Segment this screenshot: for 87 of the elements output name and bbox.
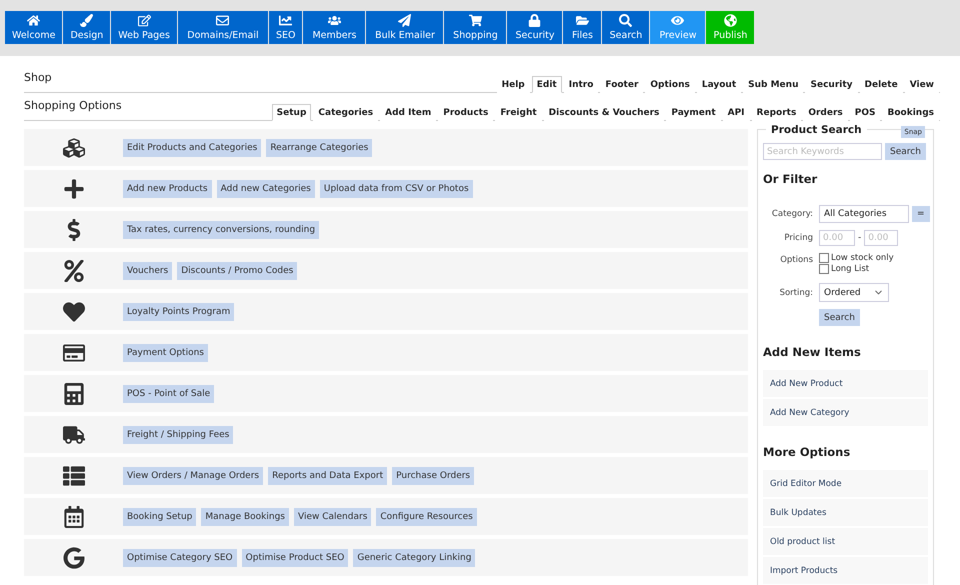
search-icon — [619, 14, 632, 27]
nav-button[interactable]: Domains/Email — [178, 11, 268, 44]
checkbox-option[interactable]: Long List — [819, 264, 928, 274]
link-button[interactable]: Loyalty Points Program — [123, 302, 234, 320]
link-button[interactable]: Optimise Product SEO — [242, 548, 348, 566]
link-button[interactable]: Reports and Data Export — [268, 466, 388, 484]
field-label: Category: — [770, 209, 813, 219]
section-title: Shopping Options — [24, 99, 122, 114]
category-select[interactable]: All Categories — [819, 205, 909, 223]
g-letter-icon — [62, 546, 84, 568]
link-button[interactable]: Payment Options — [123, 344, 208, 362]
nav-button[interactable]: Web Pages — [111, 11, 177, 44]
tab[interactable]: Edit — [532, 76, 562, 93]
field-label: Pricing — [783, 233, 813, 243]
nav-button[interactable]: Members — [303, 11, 366, 44]
panel-title: Product Search — [766, 124, 867, 136]
link-button[interactable]: Configure Resources — [376, 508, 477, 526]
menu-item[interactable]: Bulk Updates — [763, 499, 928, 526]
menu-item[interactable]: Add New Category — [763, 399, 928, 426]
equals-button[interactable]: = — [912, 206, 930, 222]
filter-heading: Or Filter — [763, 172, 818, 186]
eye-icon — [671, 14, 684, 27]
price-field[interactable]: 0.00 — [864, 230, 898, 246]
search-button[interactable]: Search — [885, 143, 926, 160]
link-button[interactable]: Booking Setup — [123, 508, 196, 526]
lock-icon — [528, 14, 542, 27]
heart-icon — [62, 300, 84, 322]
link-button[interactable]: Generic Category Linking — [353, 548, 476, 566]
menu-item[interactable]: Grid Editor Mode — [763, 470, 928, 497]
link-button[interactable]: Discounts / Promo Codes — [177, 262, 298, 280]
section-heading: More Options — [763, 445, 852, 459]
nav-button[interactable]: Design — [63, 11, 110, 44]
field-label: Options — [779, 254, 813, 265]
menu-item[interactable]: Add New Product — [763, 370, 928, 397]
link-button[interactable]: Edit Products and Categories — [123, 138, 262, 156]
calendar-icon — [62, 506, 84, 528]
globe-icon — [724, 14, 737, 27]
link-button[interactable]: Purchase Orders — [392, 466, 474, 484]
brush-icon — [80, 14, 94, 27]
link-button[interactable]: View Calendars — [294, 508, 372, 526]
chart-icon — [279, 14, 292, 27]
cubes-icon — [62, 136, 84, 158]
link-button[interactable]: Add new Products — [123, 180, 212, 198]
users-icon — [328, 14, 341, 27]
link-button[interactable]: Add new Categories — [216, 180, 315, 198]
link-button[interactable]: POS - Point of Sale — [123, 384, 214, 402]
nav-button[interactable]: Bulk Emailer — [366, 11, 444, 44]
truck-icon — [62, 424, 84, 446]
paper-plane-icon — [398, 14, 412, 27]
sorting-select[interactable]: Ordered — [819, 283, 889, 302]
link-button[interactable]: Rearrange Categories — [266, 138, 372, 156]
home-icon — [27, 14, 40, 27]
link-button[interactable]: Upload data from CSV or Photos — [320, 180, 473, 198]
link-button[interactable]: Optimise Category SEO — [123, 548, 237, 566]
link-button[interactable]: Freight / Shipping Fees — [123, 426, 234, 444]
credit-card-icon — [62, 342, 84, 364]
envelope-icon — [216, 14, 230, 27]
link-button[interactable]: View Orders / Manage Orders — [123, 466, 264, 484]
link-button[interactable]: Tax rates, currency conversions, rounding — [123, 220, 320, 238]
menu-item[interactable]: Import Products — [763, 557, 928, 584]
nav-button[interactable]: Welcome — [5, 11, 62, 44]
checkbox[interactable] — [819, 264, 829, 274]
calculator-icon — [62, 382, 84, 404]
section-heading: Add New Items — [763, 345, 862, 359]
tab[interactable]: Setup — [272, 104, 312, 121]
link-button[interactable]: Manage Bookings — [201, 508, 289, 526]
menu-item[interactable]: Old product list — [763, 528, 928, 555]
range-separator: - — [858, 233, 862, 243]
field-label: Sorting: — [778, 288, 813, 298]
nav-button[interactable]: Security — [507, 11, 562, 44]
nav-button[interactable]: Shopping — [444, 11, 506, 44]
search-field[interactable]: Search Keywords — [763, 143, 882, 160]
plus-icon — [62, 178, 84, 200]
list-icon — [62, 464, 84, 486]
folder-icon — [576, 14, 589, 27]
checkbox-option[interactable]: Low stock only — [819, 253, 928, 263]
search-button[interactable]: Search — [819, 309, 860, 326]
edit-icon — [138, 14, 151, 27]
cart-icon — [468, 14, 482, 27]
nav-button[interactable]: Search — [602, 11, 650, 44]
price-field[interactable]: 0.00 — [819, 230, 855, 246]
nav-button[interactable]: SEO — [268, 11, 302, 44]
checkbox[interactable] — [819, 253, 829, 263]
page-title: Shop — [24, 71, 52, 86]
nav-button[interactable]: Files — [563, 11, 602, 44]
percent-icon — [62, 260, 84, 282]
link-button[interactable]: Vouchers — [123, 262, 172, 280]
